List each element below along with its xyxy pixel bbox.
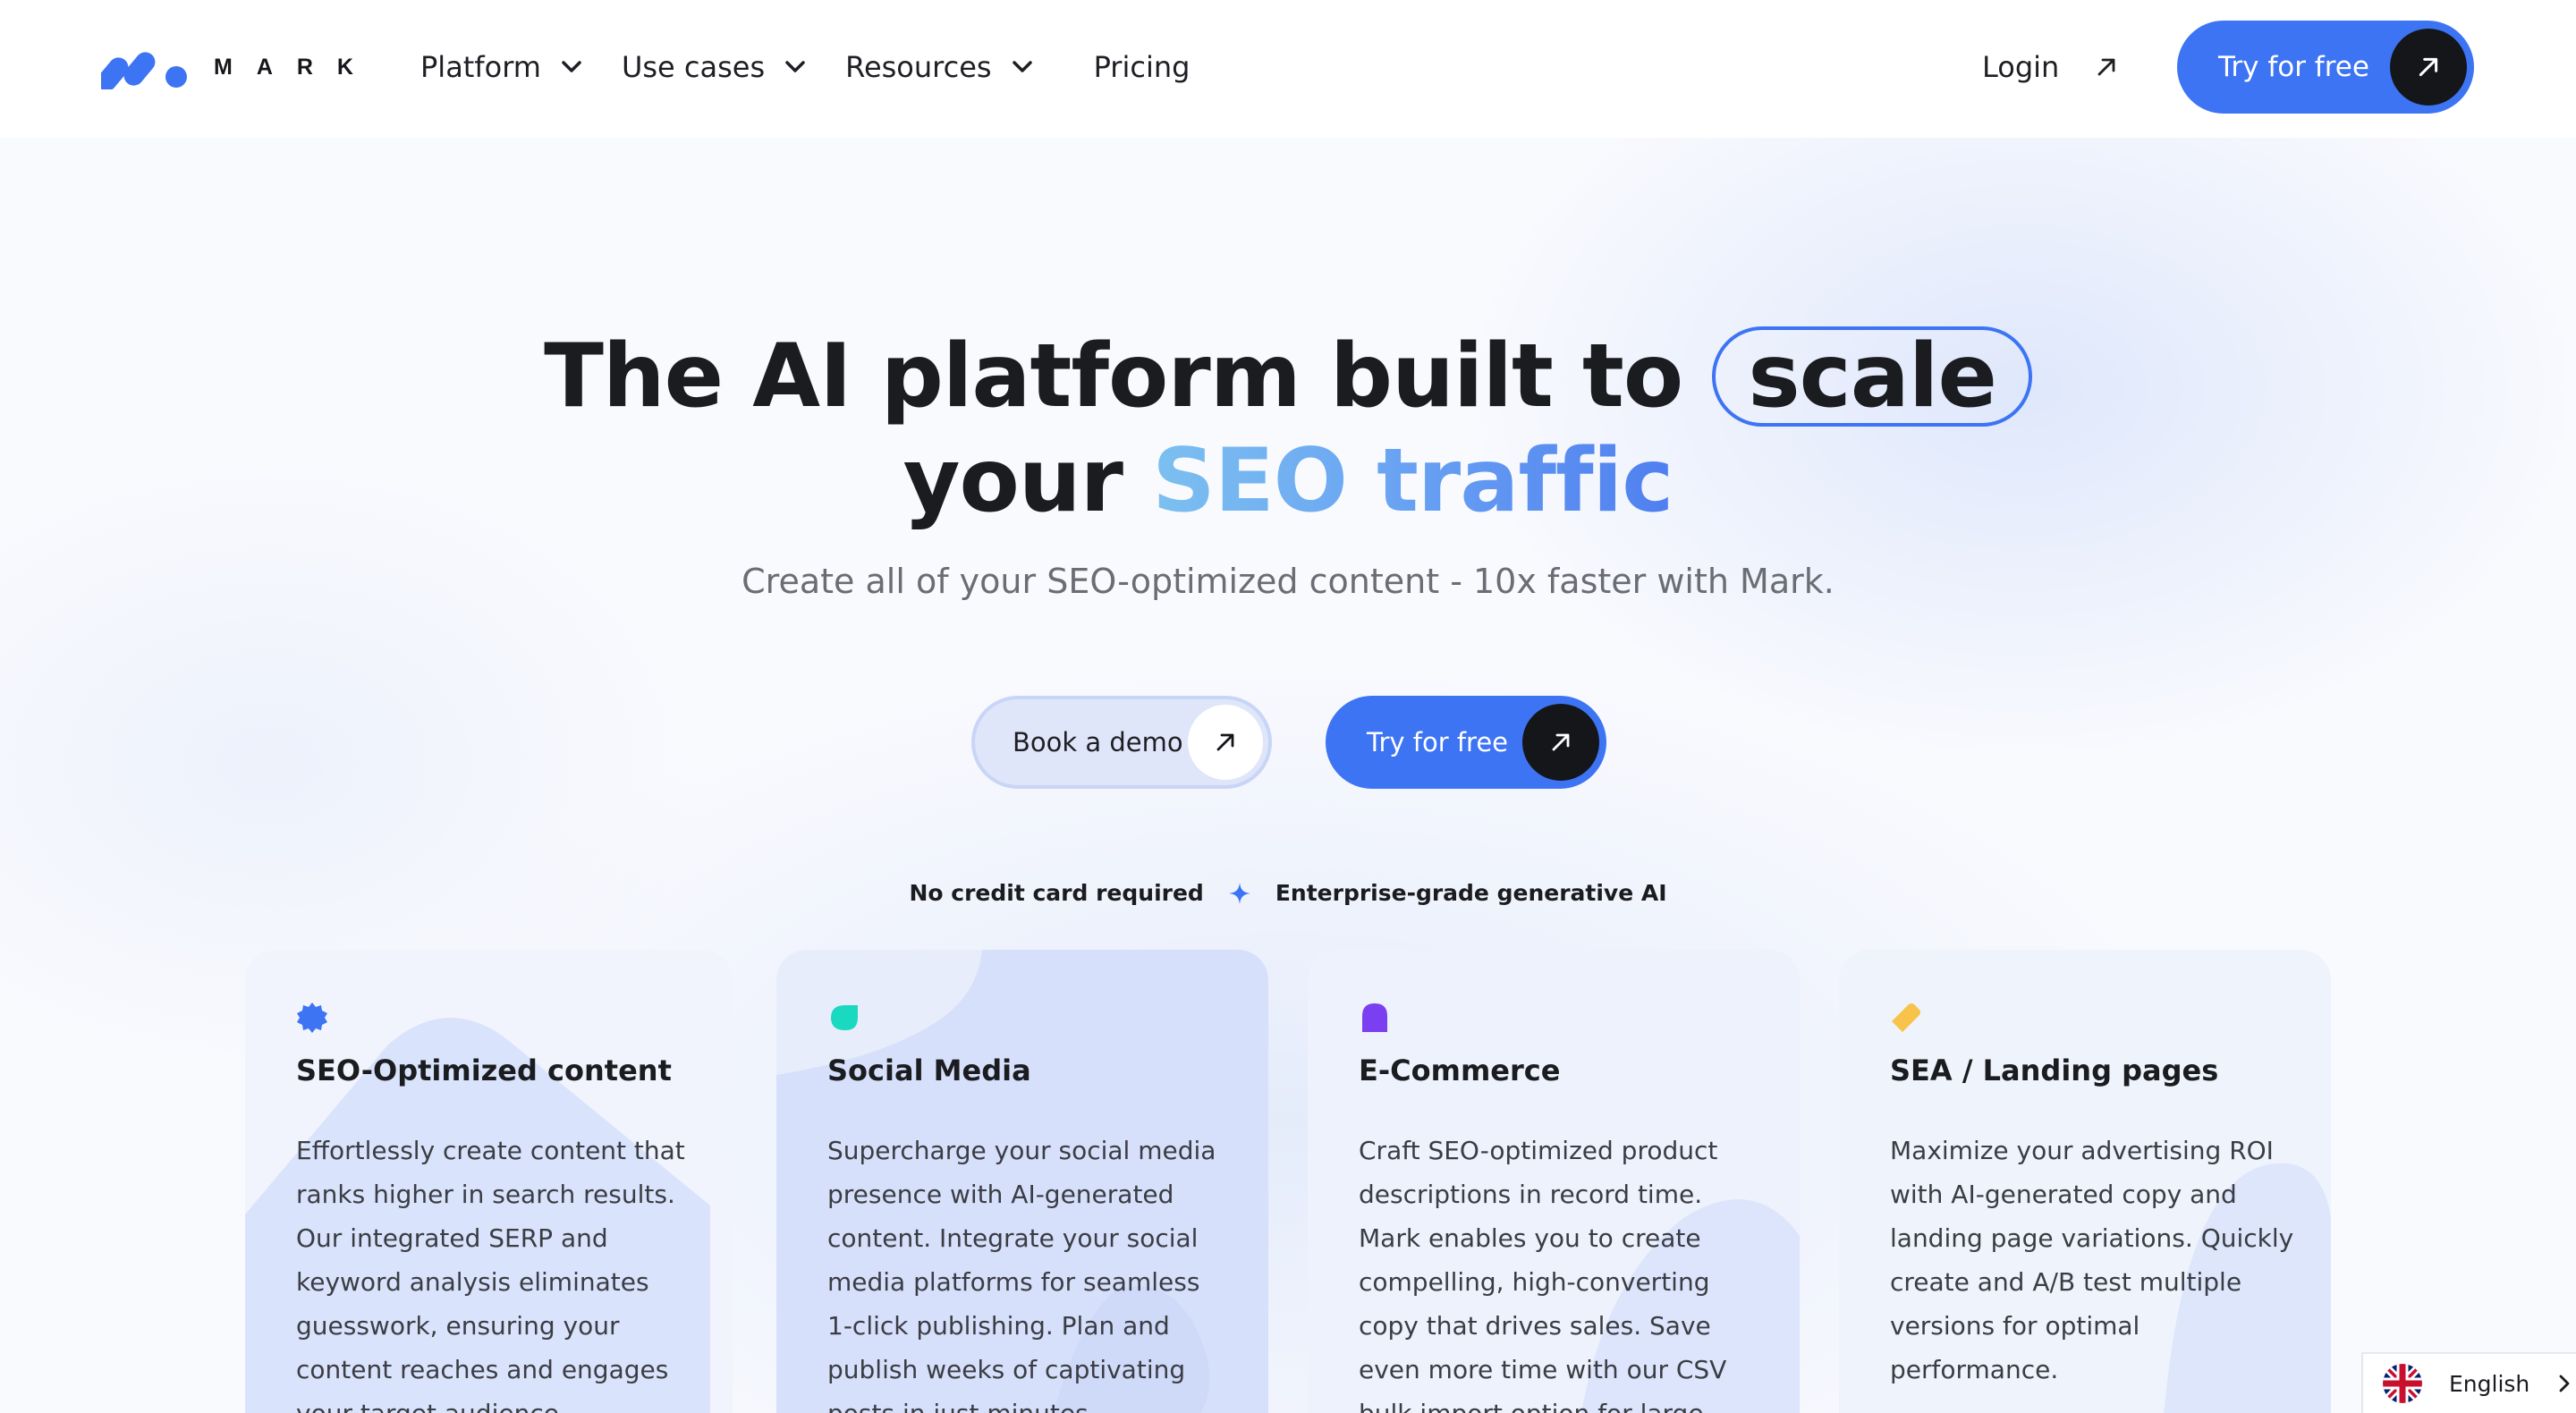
- nav-item-resources[interactable]: Resources: [845, 50, 1032, 84]
- feature-card-ecommerce[interactable]: E-Commerce Craft SEO-optimized product d…: [1308, 950, 1800, 1413]
- headline-pill: scale: [1712, 326, 2032, 427]
- logo-text: MARK: [214, 54, 377, 80]
- logo[interactable]: MARK: [101, 45, 377, 89]
- card-description: Maximize your advertising ROI with AI-ge…: [1890, 1136, 2294, 1384]
- chevron-down-icon: [1012, 61, 1032, 72]
- book-demo-label: Book a demo: [1013, 727, 1183, 757]
- logo-mark-icon: [101, 52, 187, 89]
- nav-item-label: Pricing: [1093, 50, 1191, 84]
- badge-icon: [297, 1003, 327, 1033]
- login-link[interactable]: Login: [1982, 43, 2118, 91]
- nav-item-pricing[interactable]: Pricing: [1094, 50, 1191, 84]
- arrow-circle: [2390, 29, 2467, 106]
- chevron-down-icon: [562, 61, 581, 72]
- nav-item-platform[interactable]: Platform: [420, 50, 582, 84]
- hero-subtitle: Create all of your SEO-optimized content…: [741, 562, 1835, 601]
- arrow-circle: [1188, 705, 1263, 780]
- card-title: SEA / Landing pages: [1890, 1053, 2219, 1087]
- arrow-up-right-icon: [2097, 58, 2115, 76]
- nav-item-label: Platform: [420, 50, 541, 84]
- chevron-down-icon: [785, 61, 805, 72]
- card-title: E-Commerce: [1359, 1053, 1561, 1087]
- badge-no-credit-card: No credit card required: [909, 880, 1204, 906]
- arrow-up-right-icon: [1552, 733, 1570, 751]
- tag-icon: [1892, 1003, 1920, 1032]
- leaf-icon: [831, 1005, 858, 1030]
- nav-links: Platform Use cases Resources Pricing: [420, 43, 1229, 91]
- language-label: English: [2449, 1370, 2530, 1397]
- arrow-up-right-icon: [1216, 733, 1234, 751]
- nav-cta-label: Try for free: [2218, 51, 2369, 83]
- feature-card-social-media[interactable]: Social Media Supercharge your social med…: [776, 950, 1268, 1413]
- card-description: Craft SEO-optimized product descriptions…: [1359, 1136, 1727, 1413]
- hero-badges: No credit card required Enterprise-grade…: [0, 880, 2576, 906]
- arrow-up-right-icon: [2419, 57, 2438, 77]
- nav-item-label: Resources: [845, 50, 992, 84]
- headline-part1: The AI platform built to: [544, 326, 1683, 427]
- card-description: Effortlessly create content that ranks h…: [296, 1136, 685, 1413]
- card-description: Supercharge your social media presence w…: [827, 1136, 1216, 1413]
- hero-cta-row: Book a demo Try for free: [971, 696, 1606, 789]
- sparkle-icon: [1228, 882, 1250, 904]
- headline-gradient: SEO traffic: [1152, 430, 1674, 533]
- uk-flag-icon: [2383, 1364, 2422, 1403]
- card-title: SEO-Optimized content: [296, 1053, 672, 1087]
- nav-item-label: Use cases: [621, 50, 766, 84]
- arrow-circle: [1522, 704, 1599, 781]
- hero-try-free-button[interactable]: Try for free: [1326, 696, 1606, 789]
- nav-try-free-button[interactable]: Try for free: [2177, 21, 2474, 114]
- hero-headline: The AI platform built to scale your SEO …: [0, 326, 2576, 533]
- chevron-right-icon: [2559, 1375, 2570, 1392]
- book-demo-button[interactable]: Book a demo: [971, 696, 1272, 789]
- arch-icon: [1362, 1003, 1387, 1032]
- language-switcher[interactable]: English: [2361, 1352, 2576, 1413]
- top-navigation: MARK Platform Use cases Resources Pricin…: [0, 0, 2576, 138]
- nav-item-use-cases[interactable]: Use cases: [622, 50, 806, 84]
- headline-part2: your: [902, 430, 1123, 533]
- card-title: Social Media: [827, 1053, 1031, 1087]
- hero-cta-label: Try for free: [1367, 727, 1509, 757]
- feature-card-seo[interactable]: SEO-Optimized content Effortlessly creat…: [245, 950, 733, 1413]
- badge-enterprise-ai: Enterprise-grade generative AI: [1275, 880, 1667, 906]
- feature-card-sea-landing[interactable]: SEA / Landing pages Maximize your advert…: [1839, 950, 2331, 1413]
- login-label: Login: [1982, 50, 2060, 84]
